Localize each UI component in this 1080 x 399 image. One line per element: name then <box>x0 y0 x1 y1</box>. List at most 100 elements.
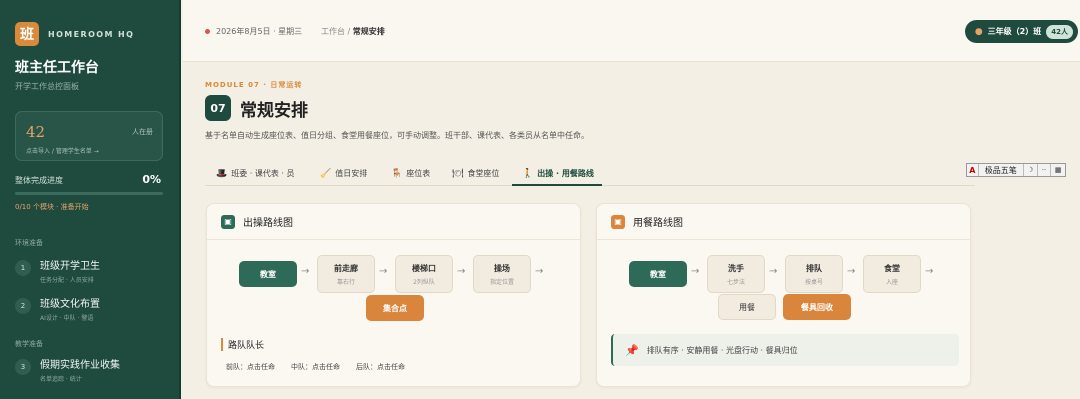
sidebar-subtitle: 开学工作总控面板 <box>15 82 79 91</box>
date-text: 2026年8月5日 · 星期三 <box>216 27 303 36</box>
sidebar-item-number: 3 <box>15 359 31 375</box>
node-label: 食堂 <box>884 263 900 273</box>
leader-section-title: 路队队长 <box>221 338 264 351</box>
route-node-playground: 操场 指定位置 <box>473 255 531 293</box>
sidebar-item-homework[interactable]: 3 假期实践作业收集 名单追踪 · 统计 <box>15 356 165 383</box>
hat-icon: 🎩 <box>216 168 228 179</box>
arrow-icon: → <box>925 266 934 277</box>
breadcrumb: 工作台 / 常规安排 <box>321 26 385 37</box>
meal-node-wash: 洗手 七步法 <box>707 255 765 293</box>
class-count-badge: 42人 <box>1046 24 1073 39</box>
sidebar-item-cleaning[interactable]: 1 班级开学卫生 任务分配 · 人员安排 <box>15 257 165 284</box>
route-node-corridor: 前走廊 靠右行 <box>317 255 375 293</box>
node-label: 前走廊 <box>334 263 358 273</box>
tab-label: 班委 · 课代表 · 员 <box>231 169 295 178</box>
exercise-route-card: ▣ 出操路线图 教室 → 前走廊 靠右行 → 楼梯口 2列纵队 → 操场 指定位… <box>206 203 581 387</box>
route-node-stairs: 楼梯口 2列纵队 <box>395 255 453 293</box>
moon-icon[interactable]: ☽ <box>1024 164 1038 176</box>
tab-committee[interactable]: 🎩 班委 · 课代表 · 员 <box>216 168 294 179</box>
breadcrumb-current: 常规安排 <box>352 27 385 36</box>
sidebar: 班 HOMEROOM HQ 班主任工作台 开学工作总控面板 42 人在册 点击导… <box>0 0 181 399</box>
leader-list: 前队：点击任命 中队：点击任命 后队：点击任命 <box>226 362 405 372</box>
tab-label: 座位表 <box>406 169 431 178</box>
card-header: ▣ 出操路线图 <box>207 204 580 240</box>
breadcrumb-root[interactable]: 工作台 / <box>321 27 353 36</box>
node-sub: 靠右行 <box>336 278 355 286</box>
date-display: 2026年8月5日 · 星期三 <box>205 26 302 37</box>
route-node-classroom: 教室 <box>239 261 297 287</box>
leader-rear-appoint[interactable]: 后队：点击任命 <box>356 362 405 372</box>
node-label: 集合点 <box>383 303 407 313</box>
meal-node-return-tableware: 餐具回收 <box>783 294 851 320</box>
progress-label: 整体完成进度 <box>15 176 63 185</box>
section-label-environment: 环境准备 <box>15 239 43 247</box>
sidebar-title: 班主任工作台 <box>15 60 99 76</box>
sidebar-item-title: 班级文化布置 <box>40 299 100 310</box>
sidebar-item-sub: AI设计 · 中队 · 警语 <box>40 315 94 322</box>
ime-mode-icon[interactable]: A <box>967 164 979 176</box>
arrow-icon: → <box>847 266 856 277</box>
node-sub: 按桌号 <box>804 278 823 286</box>
brand-logo: 班 <box>15 22 39 46</box>
student-count-card[interactable]: 42 人在册 点击导入 / 管理学生名单 → <box>15 111 163 161</box>
class-selector[interactable]: ● 三年级（2）班 42人 <box>964 20 1078 43</box>
tab-label: 值日安排 <box>335 169 368 178</box>
arrow-icon: → <box>769 266 778 277</box>
tab-seating[interactable]: 🪑 座位表 <box>391 168 430 179</box>
node-sub: 入座 <box>885 278 898 286</box>
node-label: 楼梯口 <box>412 263 436 273</box>
node-label: 教室 <box>650 269 666 279</box>
meal-node-classroom: 教室 <box>629 261 687 287</box>
progress-percent: 0% <box>142 173 161 186</box>
card-title: 出操路线图 <box>243 218 293 229</box>
node-label: 餐具回收 <box>801 302 833 312</box>
node-label: 洗手 <box>728 263 744 273</box>
tab-canteen[interactable]: 🍽 食堂座位 <box>452 168 499 179</box>
manage-students-link[interactable]: 点击导入 / 管理学生名单 → <box>26 146 99 155</box>
meal-node-eat: 用餐 <box>718 294 776 320</box>
sidebar-item-number: 1 <box>15 260 31 276</box>
route-node-assembly: 集合点 <box>366 295 424 321</box>
route-map-icon: ▣ <box>611 214 625 229</box>
keyboard-icon[interactable]: ▦ <box>1051 164 1065 176</box>
pushpin-icon: 📌 <box>625 343 639 357</box>
top-bar: 2026年8月5日 · 星期三 工作台 / 常规安排 ● 三年级（2）班 42人 <box>183 0 1080 62</box>
tab-label: 食堂座位 <box>467 169 500 178</box>
arrow-icon: → <box>379 266 388 277</box>
meal-route-card: ▣ 用餐路线图 教室 → 洗手 七步法 → 排队 按桌号 → 食堂 入座 → 用… <box>596 203 971 387</box>
meal-node-queue: 排队 按桌号 <box>785 255 843 293</box>
leader-front-appoint[interactable]: 前队：点击任命 <box>226 362 275 372</box>
sidebar-item-culture[interactable]: 2 班级文化布置 AI设计 · 中队 · 警语 <box>15 295 165 322</box>
tab-duty[interactable]: 🧹 值日安排 <box>320 168 367 179</box>
section-label-teaching: 教学准备 <box>15 340 43 348</box>
status-dot-icon <box>205 29 210 34</box>
module-tag: MODULE 07 · 日常运转 <box>205 81 303 89</box>
class-icon: ● <box>974 26 983 37</box>
punctuation-icon[interactable]: ·· <box>1038 164 1052 176</box>
brand: 班 HOMEROOM HQ <box>0 0 179 46</box>
meal-rules-tip: 📌 排队有序 · 安静用餐 · 光盘行动 · 餐具归位 <box>611 334 959 366</box>
active-tab-indicator <box>512 184 602 186</box>
tab-routes[interactable]: 🚶 出操 · 用餐路线 <box>522 168 594 179</box>
tab-bar: 🎩 班委 · 课代表 · 员 🧹 值日安排 🪑 座位表 🍽 食堂座位 🚶 出操 … <box>205 160 975 186</box>
broom-icon: 🧹 <box>320 168 332 179</box>
dining-icon: 🍽 <box>452 168 464 179</box>
leader-middle-appoint[interactable]: 中队：点击任命 <box>291 362 340 372</box>
node-label: 排队 <box>806 263 822 273</box>
sidebar-item-title: 班级开学卫生 <box>40 261 100 272</box>
ime-name[interactable]: 极品五笔 <box>979 164 1024 176</box>
progress-note: 0/10 个模块 · 准备开始 <box>15 203 89 211</box>
tab-label: 出操 · 用餐路线 <box>537 169 594 178</box>
ime-toolbar[interactable]: A 极品五笔 ☽ ·· ▦ <box>966 163 1066 177</box>
node-sub: 2列纵队 <box>413 278 435 286</box>
route-map-icon: ▣ <box>221 214 235 229</box>
meal-rules-text: 排队有序 · 安静用餐 · 光盘行动 · 餐具归位 <box>646 345 798 355</box>
student-count: 42 <box>26 123 46 141</box>
sidebar-item-title: 假期实践作业收集 <box>40 360 120 371</box>
progress-bar <box>15 192 163 195</box>
node-label: 用餐 <box>739 302 755 312</box>
card-title: 用餐路线图 <box>633 218 683 229</box>
walking-icon: 🚶 <box>522 168 534 179</box>
arrow-icon: → <box>301 266 310 277</box>
arrow-icon: → <box>457 266 466 277</box>
